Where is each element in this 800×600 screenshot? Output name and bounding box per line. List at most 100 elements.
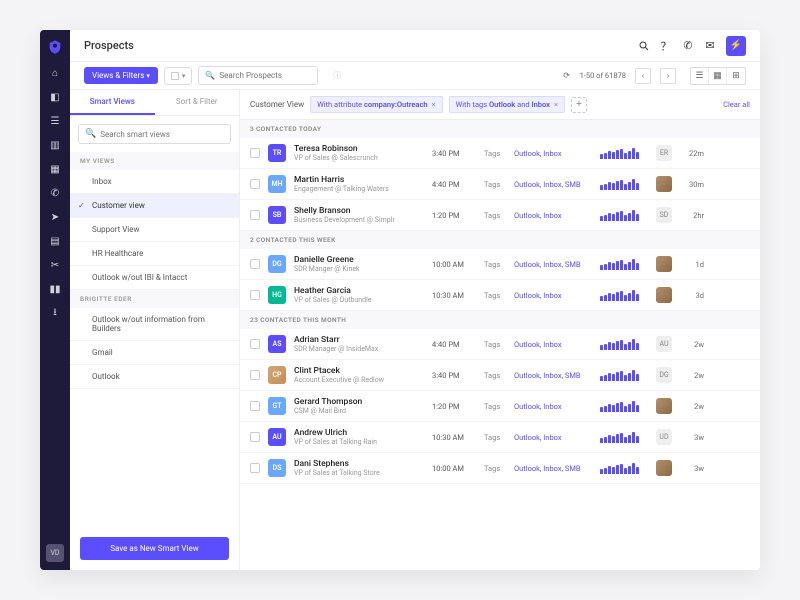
row-checkbox[interactable]: [250, 148, 260, 158]
prospect-role: Business Development @ Simplr: [294, 216, 424, 224]
prospect-row[interactable]: DSDani StephensVP of Sales at Talking St…: [240, 453, 760, 484]
smart-view-item[interactable]: HR Healthcare: [70, 242, 239, 266]
nav-briefcase-icon[interactable]: ☰: [48, 114, 62, 128]
smart-views-search-input[interactable]: [100, 130, 224, 139]
help-icon[interactable]: ？: [658, 38, 674, 54]
app-logo[interactable]: [46, 38, 64, 56]
nav-home-icon[interactable]: ⌂: [48, 66, 62, 80]
owner-badge[interactable]: [656, 460, 672, 476]
view-grid-icon[interactable]: ⊞: [727, 68, 745, 84]
prospect-row[interactable]: DGDanielle GreeneSDR Manger @ Kinek10:00…: [240, 249, 760, 280]
nav-send-icon[interactable]: ➤: [48, 210, 62, 224]
nav-calendar-icon[interactable]: ▦: [48, 162, 62, 176]
owner-badge[interactable]: ER: [656, 145, 672, 161]
chip-remove-icon[interactable]: ×: [432, 100, 436, 109]
page-next-button[interactable]: ›: [660, 68, 676, 84]
info-icon[interactable]: ⓘ: [333, 70, 341, 81]
filter-chip-attribute[interactable]: With attribute company:Outreach ×: [310, 96, 442, 113]
tab-smart-views[interactable]: Smart Views: [70, 90, 155, 115]
prospect-row[interactable]: TRTeresa RobinsonVP of Sales @ Salescrun…: [240, 138, 760, 169]
chip-remove-icon[interactable]: ×: [554, 100, 558, 109]
row-checkbox[interactable]: [250, 179, 260, 189]
row-checkbox[interactable]: [250, 370, 260, 380]
save-smart-view-button[interactable]: Save as New Smart View: [80, 537, 229, 560]
smart-views-search[interactable]: 🔍: [78, 124, 231, 144]
prospect-name: Dani Stephens: [294, 459, 424, 469]
tab-sort-filter[interactable]: Sort & Filter: [155, 90, 240, 115]
smart-view-item[interactable]: Inbox: [70, 170, 239, 194]
tags-value[interactable]: Outlook, Inbox, SMB: [514, 260, 592, 269]
tags-value[interactable]: Outlook, Inbox: [514, 149, 592, 158]
view-list-icon[interactable]: ☰: [691, 68, 709, 84]
tags-value[interactable]: Outlook, Inbox: [514, 433, 592, 442]
nav-scissors-icon[interactable]: ✂: [48, 258, 62, 272]
tags-value[interactable]: Outlook, Inbox, SMB: [514, 371, 592, 380]
main: Prospects ？ ✆ ✉ ⚡ Views & Filters ▾ 🔍 ⓘ …: [70, 30, 760, 570]
phone-icon[interactable]: ✆: [680, 38, 696, 54]
user-badge[interactable]: VD: [46, 544, 64, 562]
page-prev-button[interactable]: ‹: [635, 68, 651, 84]
owner-badge[interactable]: [656, 398, 672, 414]
tags-value[interactable]: Outlook, Inbox: [514, 211, 592, 220]
bolt-button[interactable]: ⚡: [726, 36, 746, 56]
view-cards-icon[interactable]: ▦: [709, 68, 727, 84]
row-checkbox[interactable]: [250, 463, 260, 473]
owner-badge[interactable]: [656, 287, 672, 303]
prospect-row[interactable]: ASAdrian StarrSDR Manager @ InsideMax4:4…: [240, 329, 760, 360]
tags-value[interactable]: Outlook, Inbox: [514, 340, 592, 349]
smart-view-item[interactable]: Outlook: [70, 365, 239, 389]
search-icon[interactable]: [636, 38, 652, 54]
row-checkbox[interactable]: [250, 259, 260, 269]
owner-badge[interactable]: [656, 256, 672, 272]
prospect-row[interactable]: HGHeather GarciaVP of Sales @ Outbundle1…: [240, 280, 760, 311]
tags-value[interactable]: Outlook, Inbox: [514, 402, 592, 411]
body: Smart Views Sort & Filter 🔍 My Views Inb…: [70, 90, 760, 570]
smart-view-item[interactable]: Outlook w/out information from Builders: [70, 308, 239, 341]
prospect-row[interactable]: CPClint PtacekAccount Executive @ Redlow…: [240, 360, 760, 391]
top-bar: Prospects ？ ✆ ✉ ⚡: [70, 30, 760, 62]
contact-time: 3:40 PM: [432, 371, 476, 380]
smart-view-item[interactable]: Customer view: [70, 194, 239, 218]
row-checkbox[interactable]: [250, 432, 260, 442]
owner-badge[interactable]: [656, 176, 672, 192]
add-filter-button[interactable]: +: [571, 97, 587, 113]
prospect-row[interactable]: MHMartin HarrisEngagement @ Talking Wate…: [240, 169, 760, 200]
smart-view-item[interactable]: Gmail: [70, 341, 239, 365]
avatar: MH: [268, 175, 286, 193]
refresh-icon[interactable]: ⟳: [560, 69, 574, 83]
selection-dropdown[interactable]: ▾: [164, 67, 193, 85]
row-checkbox[interactable]: [250, 290, 260, 300]
nav-clipboard-icon[interactable]: ▥: [48, 138, 62, 152]
contact-time: 3:40 PM: [432, 149, 476, 158]
owner-badge[interactable]: AU: [656, 336, 672, 352]
filter-chip-tags[interactable]: With tags Outlook and Inbox ×: [449, 96, 565, 113]
activity-spark: [600, 462, 648, 474]
nav-people-icon[interactable]: ◧: [48, 90, 62, 104]
tags-value[interactable]: Outlook, Inbox: [514, 291, 592, 300]
clear-all-link[interactable]: Clear all: [723, 100, 750, 109]
nav-download-icon[interactable]: ⭳: [48, 306, 62, 320]
prospect-row[interactable]: GTGerard ThompsonCSM @ Mail Bird1:20 PMT…: [240, 391, 760, 422]
owner-badge[interactable]: SD: [656, 207, 672, 223]
prospect-row[interactable]: AUAndrew UlrichVP of Sales at Talking Ra…: [240, 422, 760, 453]
search-input[interactable]: [219, 71, 329, 80]
search-prospects[interactable]: 🔍 ⓘ: [198, 66, 318, 85]
prospect-name: Teresa Robinson: [294, 144, 424, 154]
smart-view-item[interactable]: Outlook w/out IBI & Intacct: [70, 266, 239, 290]
tags-value[interactable]: Outlook, Inbox, SMB: [514, 180, 592, 189]
nav-library-icon[interactable]: ▤: [48, 234, 62, 248]
mail-icon[interactable]: ✉: [702, 38, 718, 54]
row-checkbox[interactable]: [250, 401, 260, 411]
tags-value[interactable]: Outlook, Inbox, SMB: [514, 464, 592, 473]
nav-phone-icon[interactable]: ✆: [48, 186, 62, 200]
prospect-info: Andrew UlrichVP of Sales at Talking Rain: [294, 428, 424, 446]
owner-badge[interactable]: UD: [656, 429, 672, 445]
views-filters-button[interactable]: Views & Filters: [84, 67, 158, 84]
nav-analytics-icon[interactable]: ▮▮: [48, 282, 62, 296]
prospect-row[interactable]: SBShelly BransonBusiness Development @ S…: [240, 200, 760, 231]
owner-badge[interactable]: DG: [656, 367, 672, 383]
row-checkbox[interactable]: [250, 339, 260, 349]
prospect-list: 3 Contacted TodayTRTeresa RobinsonVP of …: [240, 120, 760, 570]
smart-view-item[interactable]: Support View: [70, 218, 239, 242]
row-checkbox[interactable]: [250, 210, 260, 220]
